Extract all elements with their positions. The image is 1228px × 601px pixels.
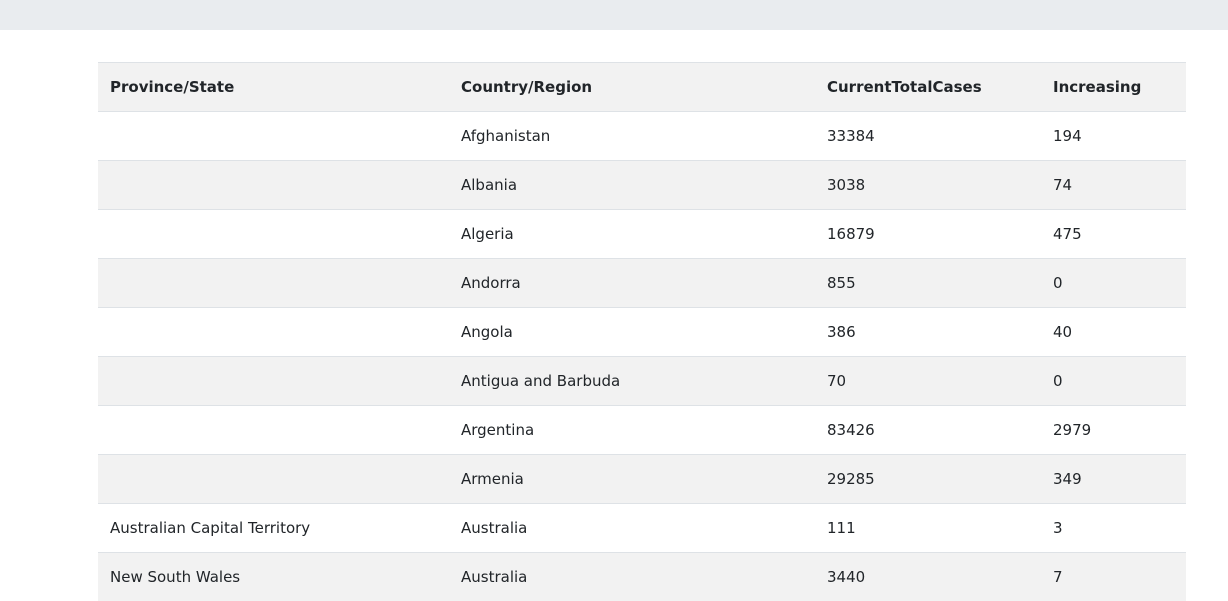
cell-increasing: 0 xyxy=(1041,357,1186,406)
cell-increasing: 3 xyxy=(1041,504,1186,553)
cell-cases: 16879 xyxy=(815,210,1041,259)
cell-cases: 3038 xyxy=(815,161,1041,210)
cell-cases: 3440 xyxy=(815,553,1041,601)
header-increasing[interactable]: Increasing xyxy=(1041,63,1186,112)
cell-country: Australia xyxy=(449,504,815,553)
cell-province xyxy=(98,210,449,259)
cases-table: Province/State Country/Region CurrentTot… xyxy=(98,62,1186,601)
header-country-region[interactable]: Country/Region xyxy=(449,63,815,112)
cell-province xyxy=(98,357,449,406)
cell-country: Algeria xyxy=(449,210,815,259)
cell-country: Angola xyxy=(449,308,815,357)
cell-country: Armenia xyxy=(449,455,815,504)
table-row: Algeria 16879 475 xyxy=(98,210,1186,259)
table-row: Andorra 855 0 xyxy=(98,259,1186,308)
top-navbar xyxy=(0,0,1228,30)
header-current-total-cases[interactable]: CurrentTotalCases xyxy=(815,63,1041,112)
table-row: Albania 3038 74 xyxy=(98,161,1186,210)
table-row: Australian Capital Territory Australia 1… xyxy=(98,504,1186,553)
cell-province xyxy=(98,406,449,455)
cell-cases: 83426 xyxy=(815,406,1041,455)
cell-country: Andorra xyxy=(449,259,815,308)
cell-province xyxy=(98,259,449,308)
cell-cases: 70 xyxy=(815,357,1041,406)
cell-increasing: 0 xyxy=(1041,259,1186,308)
table-header-row: Province/State Country/Region CurrentTot… xyxy=(98,63,1186,112)
cases-table-container: Province/State Country/Region CurrentTot… xyxy=(98,62,1186,601)
cell-country: Antigua and Barbuda xyxy=(449,357,815,406)
cell-cases: 29285 xyxy=(815,455,1041,504)
table-row: Argentina 83426 2979 xyxy=(98,406,1186,455)
cell-province xyxy=(98,455,449,504)
cell-province xyxy=(98,112,449,161)
cell-province xyxy=(98,161,449,210)
table-row: Antigua and Barbuda 70 0 xyxy=(98,357,1186,406)
table-row: Armenia 29285 349 xyxy=(98,455,1186,504)
cell-country: Australia xyxy=(449,553,815,601)
cell-cases: 386 xyxy=(815,308,1041,357)
cell-province xyxy=(98,308,449,357)
cell-increasing: 349 xyxy=(1041,455,1186,504)
cell-increasing: 74 xyxy=(1041,161,1186,210)
cell-country: Afghanistan xyxy=(449,112,815,161)
cell-country: Albania xyxy=(449,161,815,210)
cell-province: New South Wales xyxy=(98,553,449,601)
cell-increasing: 2979 xyxy=(1041,406,1186,455)
cell-increasing: 475 xyxy=(1041,210,1186,259)
table-row: New South Wales Australia 3440 7 xyxy=(98,553,1186,601)
cell-cases: 855 xyxy=(815,259,1041,308)
cell-country: Argentina xyxy=(449,406,815,455)
header-province-state[interactable]: Province/State xyxy=(98,63,449,112)
cell-increasing: 7 xyxy=(1041,553,1186,601)
cell-province: Australian Capital Territory xyxy=(98,504,449,553)
cell-cases: 33384 xyxy=(815,112,1041,161)
table-row: Afghanistan 33384 194 xyxy=(98,112,1186,161)
cell-cases: 111 xyxy=(815,504,1041,553)
table-row: Angola 386 40 xyxy=(98,308,1186,357)
cell-increasing: 194 xyxy=(1041,112,1186,161)
cell-increasing: 40 xyxy=(1041,308,1186,357)
